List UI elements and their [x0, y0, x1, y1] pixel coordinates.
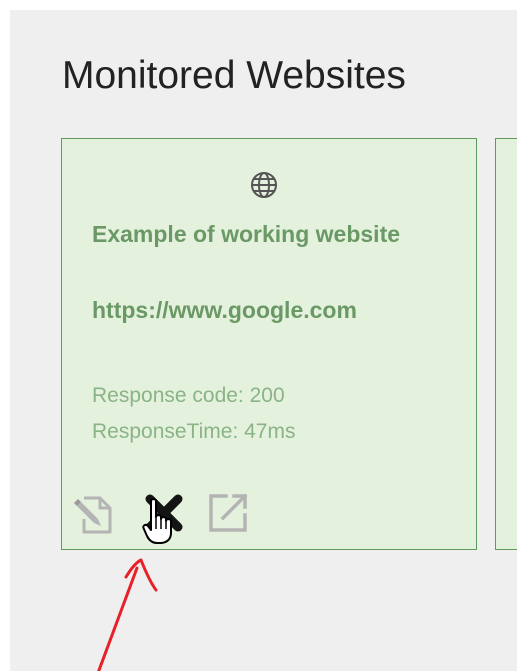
- website-name: Example of working website: [92, 221, 401, 247]
- website-card: Example of working website https://www.g…: [61, 138, 477, 550]
- red-annotation-arrow: [97, 558, 158, 671]
- open-website-button[interactable]: [204, 489, 252, 537]
- edit-icon: [74, 496, 112, 534]
- globe-icon: [251, 172, 277, 198]
- external-link-icon: [209, 493, 248, 532]
- response-code: Response code: 200: [92, 384, 285, 407]
- page-title: Monitored Websites: [62, 54, 406, 97]
- delete-button[interactable]: [140, 489, 188, 537]
- edit-button[interactable]: [68, 489, 116, 537]
- app-viewport: Monitored Websites Example of working we…: [10, 10, 517, 671]
- response-time: ResponseTime: 47ms: [92, 420, 296, 443]
- website-card-partial: [495, 138, 517, 550]
- website-url: https://www.google.com: [92, 297, 357, 323]
- delete-icon: [145, 494, 183, 532]
